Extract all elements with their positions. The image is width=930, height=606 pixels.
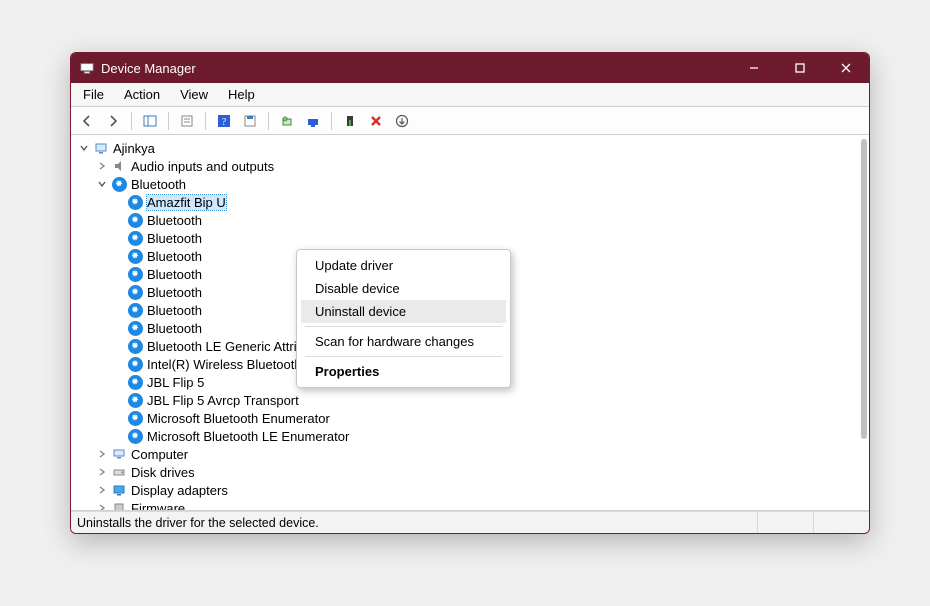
tree-category-display[interactable]: Display adapters bbox=[71, 481, 869, 499]
tree-label: Bluetooth bbox=[147, 303, 202, 318]
bluetooth-icon: ⁕ bbox=[127, 302, 143, 318]
menu-view[interactable]: View bbox=[172, 85, 216, 104]
bluetooth-icon: ⁕ bbox=[127, 356, 143, 372]
bluetooth-icon: ⁕ bbox=[127, 284, 143, 300]
computer-icon bbox=[111, 446, 127, 462]
tree-device[interactable]: ⁕ Microsoft Bluetooth LE Enumerator bbox=[71, 427, 869, 445]
update-driver-icon[interactable] bbox=[301, 110, 325, 132]
chevron-down-icon[interactable] bbox=[77, 141, 91, 155]
app-icon bbox=[79, 60, 95, 76]
display-icon bbox=[111, 482, 127, 498]
title-bar: Device Manager bbox=[71, 53, 869, 83]
chevron-right-icon[interactable] bbox=[95, 465, 109, 479]
separator bbox=[305, 356, 502, 357]
tree-label: Microsoft Bluetooth LE Enumerator bbox=[147, 429, 349, 444]
tree-label: JBL Flip 5 bbox=[147, 375, 204, 390]
action-icon[interactable] bbox=[238, 110, 262, 132]
tree-label: Display adapters bbox=[131, 483, 228, 498]
tree-category-disk[interactable]: Disk drives bbox=[71, 463, 869, 481]
separator bbox=[305, 326, 502, 327]
tree-category-bluetooth[interactable]: ⁕ Bluetooth bbox=[71, 175, 869, 193]
show-hide-tree-button[interactable] bbox=[138, 110, 162, 132]
tree-device[interactable]: ⁕ JBL Flip 5 Avrcp Transport bbox=[71, 391, 869, 409]
menu-bar: File Action View Help bbox=[71, 83, 869, 107]
tree-label: JBL Flip 5 Avrcp Transport bbox=[147, 393, 299, 408]
bluetooth-icon: ⁕ bbox=[127, 248, 143, 264]
bluetooth-icon: ⁕ bbox=[127, 266, 143, 282]
tree-device[interactable]: ⁕ Microsoft Bluetooth Enumerator bbox=[71, 409, 869, 427]
chevron-right-icon[interactable] bbox=[95, 501, 109, 510]
forward-button[interactable] bbox=[101, 110, 125, 132]
chevron-right-icon[interactable] bbox=[95, 447, 109, 461]
tree-label: Bluetooth bbox=[147, 249, 202, 264]
tree-label: Microsoft Bluetooth Enumerator bbox=[147, 411, 330, 426]
bluetooth-icon: ⁕ bbox=[127, 338, 143, 354]
tree-device[interactable]: ⁕ Bluetooth bbox=[71, 229, 869, 247]
tree-category-computer[interactable]: Computer bbox=[71, 445, 869, 463]
back-button[interactable] bbox=[75, 110, 99, 132]
scan-hardware-icon[interactable] bbox=[275, 110, 299, 132]
bluetooth-icon: ⁕ bbox=[127, 320, 143, 336]
status-text: Uninstalls the driver for the selected d… bbox=[77, 516, 757, 530]
status-cell bbox=[757, 512, 813, 533]
tree-device-amazfit[interactable]: ⁕ Amazfit Bip U bbox=[71, 193, 869, 211]
ctx-properties[interactable]: Properties bbox=[301, 360, 506, 383]
bluetooth-icon: ⁕ bbox=[127, 194, 143, 210]
install-legacy-icon[interactable] bbox=[390, 110, 414, 132]
audio-icon bbox=[111, 158, 127, 174]
chevron-right-icon[interactable] bbox=[95, 159, 109, 173]
tree-category-firmware[interactable]: Firmware bbox=[71, 499, 869, 510]
bluetooth-icon: ⁕ bbox=[127, 392, 143, 408]
tree-label: Firmware bbox=[131, 501, 185, 511]
tree-label: Bluetooth bbox=[147, 231, 202, 246]
properties-button[interactable] bbox=[175, 110, 199, 132]
tree-root[interactable]: Ajinkya bbox=[71, 139, 869, 157]
tree-label: Amazfit Bip U bbox=[147, 195, 226, 210]
ctx-update-driver[interactable]: Update driver bbox=[301, 254, 506, 277]
tree-label: Disk drives bbox=[131, 465, 195, 480]
tree-root-label: Ajinkya bbox=[113, 141, 155, 156]
menu-file[interactable]: File bbox=[75, 85, 112, 104]
device-manager-window: Device Manager File Action View Help bbox=[70, 52, 870, 534]
tree-label: Bluetooth bbox=[147, 213, 202, 228]
firmware-icon bbox=[111, 500, 127, 510]
bluetooth-icon: ⁕ bbox=[127, 428, 143, 444]
chevron-down-icon[interactable] bbox=[95, 177, 109, 191]
menu-action[interactable]: Action bbox=[116, 85, 168, 104]
bluetooth-icon: ⁕ bbox=[127, 374, 143, 390]
computer-root-icon bbox=[93, 140, 109, 156]
ctx-scan-hardware[interactable]: Scan for hardware changes bbox=[301, 330, 506, 353]
svg-text:?: ? bbox=[222, 117, 227, 128]
tree-label: Bluetooth bbox=[131, 177, 186, 192]
tree-category-audio[interactable]: Audio inputs and outputs bbox=[71, 157, 869, 175]
ctx-uninstall-device[interactable]: Uninstall device bbox=[301, 300, 506, 323]
tree-label: Computer bbox=[131, 447, 188, 462]
status-bar: Uninstalls the driver for the selected d… bbox=[71, 511, 869, 533]
window-title: Device Manager bbox=[101, 61, 196, 76]
tree-label: Bluetooth bbox=[147, 321, 202, 336]
disk-icon bbox=[111, 464, 127, 480]
scrollbar[interactable] bbox=[861, 139, 867, 439]
tree-label: Bluetooth bbox=[147, 267, 202, 282]
ctx-disable-device[interactable]: Disable device bbox=[301, 277, 506, 300]
tree-label: Bluetooth bbox=[147, 285, 202, 300]
bluetooth-icon: ⁕ bbox=[127, 410, 143, 426]
bluetooth-icon: ⁕ bbox=[111, 176, 127, 192]
maximize-button[interactable] bbox=[777, 53, 823, 83]
tree-device[interactable]: ⁕ Bluetooth bbox=[71, 211, 869, 229]
chevron-right-icon[interactable] bbox=[95, 483, 109, 497]
status-cell bbox=[813, 512, 869, 533]
bluetooth-icon: ⁕ bbox=[127, 230, 143, 246]
help-icon[interactable]: ? bbox=[212, 110, 236, 132]
bluetooth-icon: ⁕ bbox=[127, 212, 143, 228]
context-menu: Update driver Disable device Uninstall d… bbox=[296, 249, 511, 388]
close-button[interactable] bbox=[823, 53, 869, 83]
minimize-button[interactable] bbox=[731, 53, 777, 83]
uninstall-device-icon[interactable] bbox=[364, 110, 388, 132]
menu-help[interactable]: Help bbox=[220, 85, 263, 104]
toolbar: ? bbox=[71, 107, 869, 135]
disable-device-icon[interactable] bbox=[338, 110, 362, 132]
tree-label: Intel(R) Wireless Bluetooth(R) bbox=[147, 357, 320, 372]
tree-label: Audio inputs and outputs bbox=[131, 159, 274, 174]
